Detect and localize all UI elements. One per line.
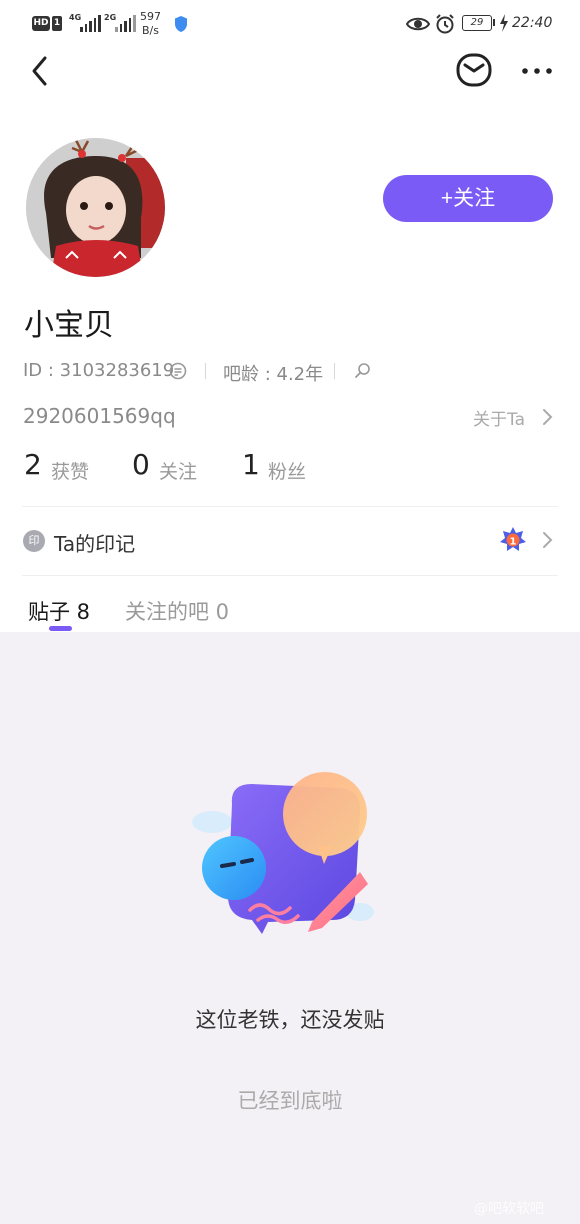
divider	[22, 575, 558, 576]
chevron-right-icon	[543, 409, 553, 425]
about-link[interactable]: 关于Ta	[473, 405, 525, 430]
back-button[interactable]	[24, 52, 60, 92]
followers-label: 粉丝	[268, 461, 307, 483]
following-label: 关注	[159, 461, 198, 483]
end-of-list-message: 已经到底啦	[237, 1089, 343, 1113]
mail-icon	[456, 53, 492, 87]
eye-icon	[406, 17, 430, 31]
tab-posts[interactable]: 贴子 8	[28, 596, 90, 626]
sim-indicator: 1	[52, 16, 62, 31]
shield-icon	[175, 16, 187, 32]
divider	[22, 506, 558, 507]
location-icon[interactable]	[353, 361, 373, 381]
alarm-icon	[436, 14, 454, 34]
seal-icon: 印	[23, 530, 45, 552]
badge-number: 1	[510, 537, 517, 548]
network-speed: 597 B/s	[140, 10, 161, 38]
posts-content: 这位老铁，还没发贴 已经到底啦 @吧软软吧	[0, 632, 580, 1224]
user-id: ID : 3103283619	[23, 360, 175, 381]
following-count[interactable]: 0	[132, 448, 150, 481]
mark-label: Ta的印记	[54, 532, 136, 556]
more-icon	[522, 68, 552, 74]
charging-icon	[500, 14, 508, 32]
follow-button[interactable]: +关注	[383, 175, 553, 222]
mark-row[interactable]: 印 Ta的印记 1	[0, 520, 580, 566]
watermark: @吧软软吧	[474, 1201, 544, 1217]
bar-age: 吧龄 : 4.2年	[223, 364, 324, 385]
empty-state-illustration	[192, 772, 374, 934]
speed-value: 597	[140, 10, 161, 23]
badge-icon: 1	[500, 527, 526, 551]
hd-indicator: HD	[32, 16, 50, 31]
tab-indicator	[49, 626, 72, 631]
avatar[interactable]	[26, 138, 165, 277]
copy-icon[interactable]	[168, 361, 188, 381]
likes-label: 获赞	[51, 461, 90, 483]
signal-icon	[80, 14, 101, 32]
likes-count[interactable]: 2	[24, 448, 42, 481]
more-button[interactable]	[518, 56, 558, 86]
empty-message: 这位老铁，还没发贴	[195, 1008, 385, 1032]
speed-unit: B/s	[142, 24, 159, 37]
user-signature: 2920601569qq	[23, 404, 176, 428]
username: 小宝贝	[24, 308, 114, 343]
tab-followed-bars[interactable]: 关注的吧 0	[125, 596, 229, 626]
chevron-left-icon	[32, 56, 47, 86]
battery-tip	[493, 19, 495, 26]
status-bar: HD 1 4G 2G 597 B/s 29 22:40	[0, 0, 580, 48]
battery-icon: 29	[462, 15, 492, 31]
followers-count[interactable]: 1	[242, 448, 260, 481]
message-button[interactable]	[454, 52, 494, 88]
chevron-right-icon	[543, 532, 553, 548]
signal-icon-2	[115, 14, 136, 32]
clock: 22:40	[512, 15, 553, 31]
avatar-image	[26, 138, 165, 277]
profile-meta: ID : 3103283619 吧龄 : 4.2年	[23, 358, 563, 385]
